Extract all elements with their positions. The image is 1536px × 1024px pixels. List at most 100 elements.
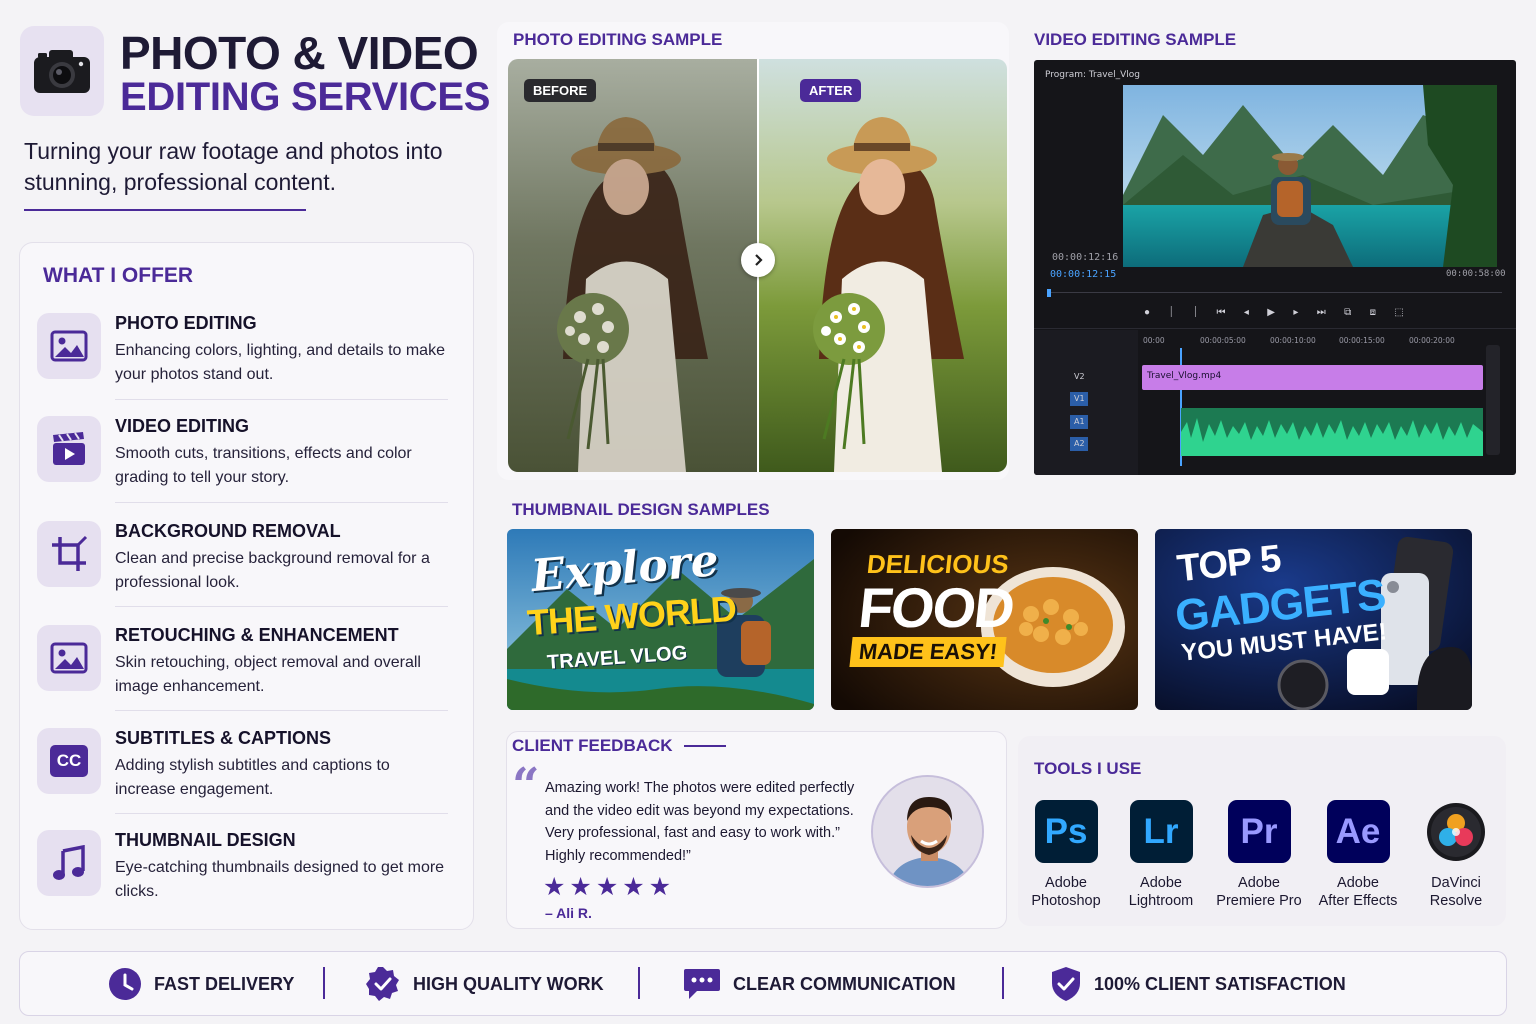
- page-title-line2: EDITING SERVICES: [120, 75, 491, 119]
- feature-label: HIGH QUALITY WORK: [413, 973, 604, 994]
- food-line2: FOOD: [855, 576, 1017, 639]
- rating-stars: ★★★★★: [543, 873, 676, 901]
- food-line3: MADE EASY!: [849, 637, 1007, 667]
- video-clip[interactable]: Travel_Vlog.mp4: [1142, 365, 1483, 390]
- cc-icon: CC: [37, 728, 101, 794]
- camera-icon: [34, 50, 90, 93]
- offer-title: BACKGROUND REMOVAL: [115, 521, 341, 541]
- offer-title: RETOUCHING & ENHANCEMENT: [115, 625, 399, 645]
- divider: [115, 710, 448, 711]
- scrub-head[interactable]: [1047, 289, 1051, 297]
- offer-desc: Skin retouching, object removal and over…: [115, 654, 421, 695]
- tools-title: TOOLS I USE: [1034, 759, 1142, 778]
- avatar: [871, 775, 984, 888]
- go-to-in-icon[interactable]: ⏮: [1217, 307, 1226, 318]
- thumbnail-gadgets[interactable]: TOP 5 GADGETS YOU MUST HAVE!: [1155, 529, 1472, 710]
- after-badge: AFTER: [800, 79, 862, 102]
- compare-slider-handle[interactable]: [741, 243, 775, 277]
- track-v2[interactable]: V2: [1074, 372, 1085, 381]
- play-icon[interactable]: ▶: [1267, 307, 1275, 318]
- crop-icon: [37, 521, 101, 587]
- before-badge: BEFORE: [524, 79, 597, 102]
- offer-desc: Adding stylish subtitles and captions to…: [115, 757, 390, 798]
- ruler-0: 00:00: [1143, 336, 1165, 345]
- music-note-icon: [37, 830, 101, 896]
- image-icon: [37, 625, 101, 691]
- feedback-quote: Amazing work! The photos were edited per…: [545, 780, 855, 864]
- timeline-scrollbar[interactable]: [1486, 345, 1500, 455]
- tool-name-line2: Resolve: [1429, 893, 1483, 909]
- insert-icon[interactable]: ⧉: [1344, 307, 1351, 318]
- program-monitor-preview: [1123, 85, 1497, 267]
- offer-title: VIDEO EDITING: [115, 416, 250, 436]
- after-effects-icon: Ae: [1326, 800, 1390, 863]
- feature-fast-delivery: FAST DELIVERY: [108, 966, 294, 1002]
- tool-name-line1: Adobe: [1140, 875, 1182, 891]
- go-to-out-icon[interactable]: ⏭: [1317, 307, 1326, 318]
- divider: [115, 813, 448, 814]
- thumbnail-section-title: THUMBNAIL DESIGN SAMPLES: [512, 500, 770, 519]
- offer-title: THUMBNAIL DESIGN: [115, 830, 296, 850]
- out-point-icon[interactable]: ⏐: [1192, 307, 1198, 318]
- overwrite-icon[interactable]: ⧈: [1370, 307, 1376, 318]
- program-monitor-label: Program: Travel_Vlog: [1045, 70, 1140, 80]
- badge-check-icon: [366, 967, 399, 1001]
- thumbnail-travel[interactable]: Explore THE WORLD TRAVEL VLOG: [507, 529, 814, 710]
- feature-divider: [323, 967, 325, 999]
- divider: [115, 606, 448, 607]
- camera-logo: [20, 26, 104, 116]
- timecode-end: 00:00:58:00: [1446, 269, 1506, 279]
- ruler-2: 00:00:10:00: [1270, 336, 1316, 345]
- offer-desc: Enhancing colors, lighting, and details …: [115, 342, 445, 383]
- lightroom-icon: Lr: [1129, 800, 1193, 863]
- page-title-line1: PHOTO & VIDEO: [120, 27, 479, 79]
- premiere-pro-icon: Pr: [1227, 800, 1291, 863]
- feature-label: 100% CLIENT SATISFACTION: [1094, 973, 1346, 994]
- clock-icon: [109, 968, 141, 1000]
- in-point-icon[interactable]: ⏐: [1168, 307, 1174, 318]
- feature-label: FAST DELIVERY: [154, 973, 295, 994]
- offer-item-thumbnail-design: THUMBNAIL DESIGN Eye-catching thumbnails…: [37, 830, 449, 930]
- tool-name-line1: Adobe: [1337, 875, 1379, 891]
- offer-heading: WHAT I OFFER: [43, 264, 194, 287]
- track-v1[interactable]: V1: [1074, 394, 1085, 403]
- feature-client-satisfaction: 100% CLIENT SATISFACTION: [1050, 966, 1346, 1002]
- divider: [115, 399, 448, 400]
- divider: [115, 502, 448, 503]
- photoshop-icon: Ps: [1034, 800, 1098, 863]
- export-frame-icon[interactable]: ⬚: [1394, 307, 1403, 318]
- tool-name-line2: Premiere Pro: [1216, 893, 1302, 909]
- offer-desc: Clean and precise background removal for…: [115, 550, 430, 591]
- tagline: Turning your raw footage and photos into…: [24, 138, 443, 195]
- tagline-underline: [24, 209, 306, 211]
- scrub-bar[interactable]: [1048, 292, 1502, 293]
- offer-item-video-editing: VIDEO EDITING Smooth cuts, transitions, …: [37, 416, 449, 516]
- clapperboard-icon: [37, 416, 101, 482]
- feature-label: CLEAR COMMUNICATION: [733, 973, 956, 994]
- step-back-icon[interactable]: ◂: [1244, 307, 1249, 318]
- transport-controls: ● ⏐ ⏐ ⏮ ◂ ▶ ▸ ⏭ ⧉ ⧈ ⬚: [1144, 305, 1404, 319]
- tool-name-line1: Adobe: [1045, 875, 1087, 891]
- feature-high-quality: HIGH QUALITY WORK: [365, 966, 604, 1002]
- video-sample-title: VIDEO EDITING SAMPLE: [1034, 30, 1237, 49]
- image-icon: [37, 313, 101, 379]
- audio-waveform[interactable]: [1181, 408, 1483, 456]
- photo-sample-title: PHOTO EDITING SAMPLE: [513, 30, 723, 49]
- client-portrait: [873, 777, 982, 886]
- timecode-small: 00:00:12:16: [1052, 252, 1119, 263]
- marker-icon[interactable]: ●: [1144, 307, 1150, 318]
- step-forward-icon[interactable]: ▸: [1293, 307, 1298, 318]
- feature-clear-communication: CLEAR COMMUNICATION: [683, 966, 956, 1002]
- track-a1[interactable]: A1: [1074, 417, 1085, 426]
- tool-after-effects: Ae Adobe After Effects: [1308, 800, 1408, 910]
- ruler-1: 00:00:05:00: [1200, 336, 1246, 345]
- track-a2[interactable]: A2: [1074, 439, 1085, 448]
- feature-divider: [1002, 967, 1004, 999]
- before-after-comparison[interactable]: BEFORE AFTER: [508, 59, 1007, 472]
- feedback-title-rule: [684, 745, 726, 747]
- tool-name-line2: Lightroom: [1128, 893, 1194, 909]
- thumbnail-food[interactable]: DELICIOUS FOOD MADE EASY!: [831, 529, 1138, 710]
- offer-desc: Smooth cuts, transitions, effects and co…: [115, 445, 412, 486]
- davinci-resolve-icon: [1425, 800, 1488, 863]
- chat-bubble-icon: [684, 969, 720, 999]
